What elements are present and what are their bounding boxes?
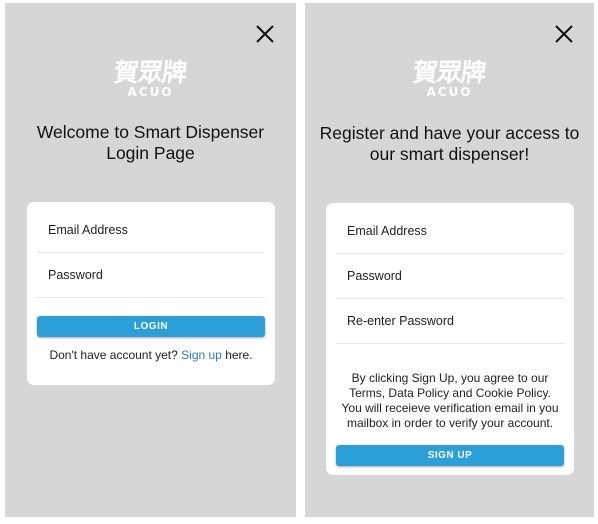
email-placeholder: Email Address <box>48 223 128 237</box>
close-register-button[interactable] <box>553 23 575 45</box>
password-placeholder: Password <box>347 269 402 283</box>
logo-chinese-text: 賀眾牌 <box>412 58 488 87</box>
terms-line: You will receieve verification email in … <box>341 401 559 415</box>
signup-button[interactable]: SIGN UP <box>336 445 564 466</box>
terms-notice: By clicking Sign Up, you agree to our Te… <box>326 371 574 431</box>
password-placeholder: Password <box>48 268 103 282</box>
password-field[interactable]: Password <box>37 253 265 298</box>
signup-prompt-prefix: Don't have account yet? <box>49 348 178 362</box>
terms-line: mailbox in order to verify your account. <box>346 416 554 430</box>
logo-chinese-text: 賀眾牌 <box>113 58 189 87</box>
register-panel: 賀眾牌 ACUO Register and have your access t… <box>305 3 594 517</box>
close-login-button[interactable] <box>254 23 276 45</box>
login-card: Email Address Password LOGIN Don't have … <box>27 202 275 385</box>
terms-line: By clicking Sign Up, you agree to our <box>351 371 549 385</box>
signup-prompt-suffix: here. <box>225 348 253 362</box>
login-heading: Welcome to Smart Dispenser Login Page <box>5 122 296 164</box>
brand-logo: 賀眾牌 ACUO <box>305 58 594 99</box>
register-card: Email Address Password Re-enter Password… <box>326 203 574 475</box>
email-field[interactable]: Email Address <box>336 209 564 254</box>
signup-prompt: Don't have account yet? Sign up here. <box>27 348 275 363</box>
email-field[interactable]: Email Address <box>37 208 265 253</box>
brand-logo: 賀眾牌 ACUO <box>5 58 296 99</box>
register-heading-line1: Register and have your access to <box>319 123 580 143</box>
reenter-password-field[interactable]: Re-enter Password <box>336 299 564 344</box>
register-heading: Register and have your access to our sma… <box>305 123 594 165</box>
signup-link[interactable]: Sign up <box>181 348 222 362</box>
password-field[interactable]: Password <box>336 254 564 299</box>
login-heading-line1: Welcome to Smart Dispenser <box>36 122 265 142</box>
login-heading-line2: Login Page <box>106 143 195 163</box>
logo-english-text: ACUO <box>127 85 174 99</box>
login-button[interactable]: LOGIN <box>37 316 265 337</box>
register-heading-line2: our smart dispenser! <box>369 144 530 164</box>
logo-english-text: ACUO <box>426 85 473 99</box>
close-icon <box>555 25 573 43</box>
email-placeholder: Email Address <box>347 224 427 238</box>
login-panel: 賀眾牌 ACUO Welcome to Smart Dispenser Logi… <box>5 3 296 517</box>
reenter-password-placeholder: Re-enter Password <box>347 314 454 328</box>
close-icon <box>256 25 274 43</box>
terms-line: Terms, Data Policy and Cookie Policy. <box>349 386 551 400</box>
